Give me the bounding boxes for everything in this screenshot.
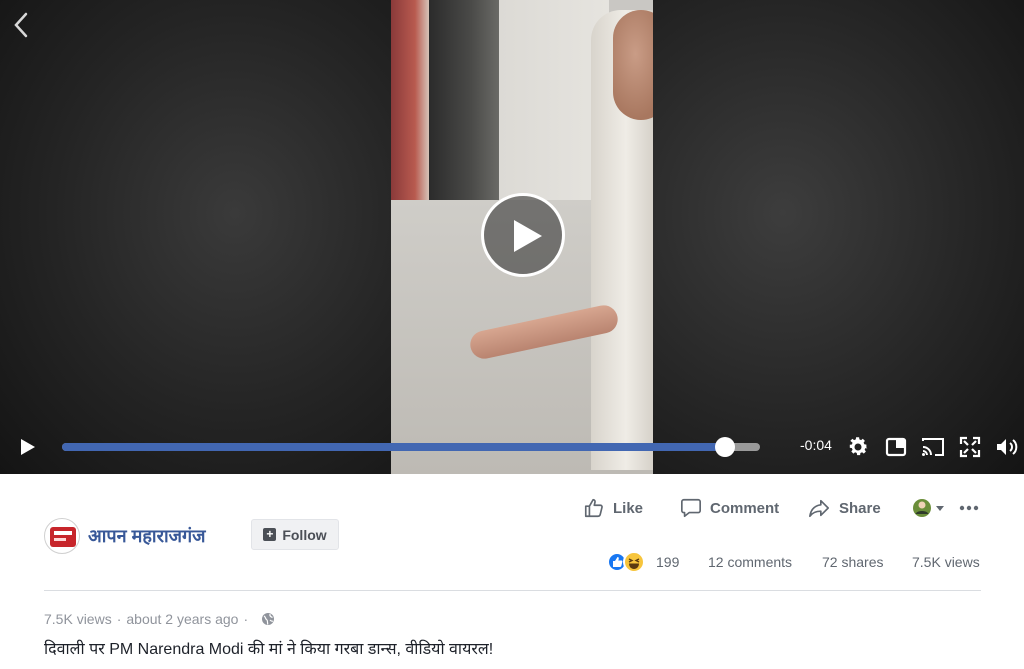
progress-scrubber[interactable]	[715, 437, 736, 457]
play-icon	[514, 220, 542, 252]
share-label: Share	[839, 499, 881, 517]
globe-icon[interactable]	[261, 612, 275, 626]
back-chevron-icon[interactable]	[10, 10, 34, 40]
fullscreen-icon[interactable]	[958, 435, 982, 459]
page-name-link[interactable]: आपन महाराजगंज	[88, 524, 205, 548]
plus-icon: +	[263, 528, 277, 541]
video-blur-right	[653, 0, 1024, 474]
like-button[interactable]: Like	[583, 494, 643, 522]
post-timestamp[interactable]: about 2 years ago	[126, 611, 238, 627]
like-label: Like	[613, 499, 644, 517]
video-blur-left	[0, 0, 391, 474]
follow-label: Follow	[282, 526, 327, 543]
progress-bar[interactable]	[62, 437, 760, 457]
video-controls: -0:04	[0, 426, 1024, 466]
share-arrow-icon	[809, 499, 829, 518]
progress-fill	[62, 443, 726, 451]
haha-reaction-icon	[623, 551, 645, 573]
post-meta: 7.5K views · about 2 years ago ·	[44, 611, 275, 627]
play-button-large[interactable]	[481, 193, 565, 277]
comment-label: Comment	[710, 499, 780, 517]
page-avatar[interactable]	[44, 518, 80, 554]
views-count: 7.5K views	[912, 554, 980, 570]
video-title: दिवाली पर PM Narendra Modi की मां ने किय…	[44, 641, 494, 658]
shares-count[interactable]: 72 shares	[822, 551, 883, 573]
time-remaining: -0:04	[800, 437, 832, 453]
video-player[interactable]: -0:04	[0, 0, 1024, 474]
reaction-icons[interactable]	[607, 550, 653, 574]
play-control-icon[interactable]	[18, 438, 38, 456]
comment-button[interactable]: Comment	[680, 494, 779, 522]
reaction-count[interactable]: 199	[656, 551, 679, 573]
meta-separator: ·	[243, 611, 249, 627]
divider	[44, 590, 981, 591]
more-options-icon[interactable]	[958, 494, 988, 522]
post-as-selector[interactable]	[912, 494, 954, 522]
share-button[interactable]: Share	[807, 494, 881, 522]
meta-views: 7.5K views	[44, 611, 112, 627]
comments-count[interactable]: 12 comments	[708, 551, 792, 573]
profile-avatar-dropdown-icon	[913, 499, 944, 517]
cast-icon[interactable]	[920, 435, 944, 459]
volume-icon[interactable]	[994, 435, 1018, 459]
settings-gear-icon[interactable]	[846, 435, 870, 459]
page-header: आपन महाराजगंज	[44, 517, 205, 555]
follow-button[interactable]: + Follow	[251, 519, 339, 550]
thumbs-up-icon	[584, 498, 603, 518]
comment-bubble-icon	[681, 498, 701, 518]
pip-icon[interactable]	[884, 435, 908, 459]
meta-separator: ·	[116, 611, 122, 627]
